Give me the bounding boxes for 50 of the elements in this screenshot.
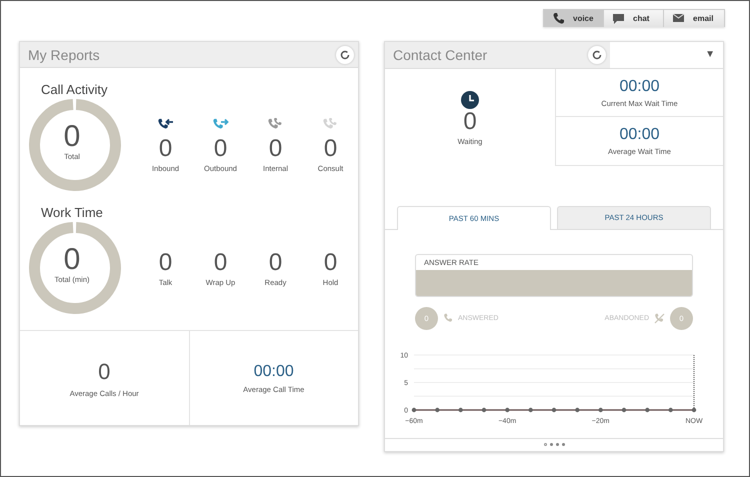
stat-value: 0 <box>324 250 338 276</box>
data-point <box>412 407 416 412</box>
dropdown-toggle[interactable]: ▼ <box>610 42 723 68</box>
data-point <box>598 407 603 412</box>
refresh-icon <box>592 50 602 60</box>
summary-value: 00:00 <box>254 362 294 380</box>
channel-tab[interactable]: chat <box>604 10 664 27</box>
refresh-icon <box>340 50 350 60</box>
time-value: 00:00 <box>619 78 660 96</box>
data-point <box>458 407 463 412</box>
stat-value: 0 <box>214 136 228 162</box>
data-point <box>482 407 486 412</box>
stat-value: 0 <box>214 250 228 276</box>
data-point <box>622 407 626 412</box>
phone-icon <box>552 12 565 25</box>
section-title: Call Activity <box>41 82 108 97</box>
stat-value: 0 <box>268 136 282 162</box>
total-value: 0 <box>64 122 80 152</box>
total-value: 0 <box>64 245 80 275</box>
stat-value: 0 <box>268 250 282 276</box>
phone-icon <box>443 313 453 324</box>
stat-value: 0 <box>324 136 338 162</box>
page-dot[interactable] <box>550 443 552 446</box>
panel-title: Contact Center <box>393 47 488 63</box>
page-dot[interactable] <box>544 443 546 446</box>
data-point <box>692 407 696 412</box>
refresh-button[interactable] <box>588 46 606 64</box>
section-title: Work Time <box>41 205 104 220</box>
data-point <box>575 407 580 412</box>
chat-icon <box>612 12 625 25</box>
refresh-button[interactable] <box>336 46 354 64</box>
waiting-count: 0 <box>463 108 477 135</box>
time-value: 00:00 <box>619 126 660 144</box>
data-point <box>668 407 673 412</box>
stat-value: 0 <box>158 250 172 276</box>
panel-title: My Reports <box>28 46 100 62</box>
page-dot[interactable] <box>562 443 564 446</box>
data-point <box>528 407 533 412</box>
data-point <box>552 407 556 412</box>
data-point <box>645 407 650 412</box>
clock-icon <box>461 90 479 109</box>
data-point <box>435 407 440 412</box>
channel-tab[interactable]: email <box>664 10 724 27</box>
data-point <box>505 407 510 412</box>
stat-value: 0 <box>158 136 172 162</box>
mail-icon <box>672 12 685 25</box>
summary-value: 0 <box>98 358 110 384</box>
page-dot[interactable] <box>556 443 558 446</box>
hang-up-icon <box>654 312 665 324</box>
channel-tab[interactable]: voice <box>544 10 604 27</box>
